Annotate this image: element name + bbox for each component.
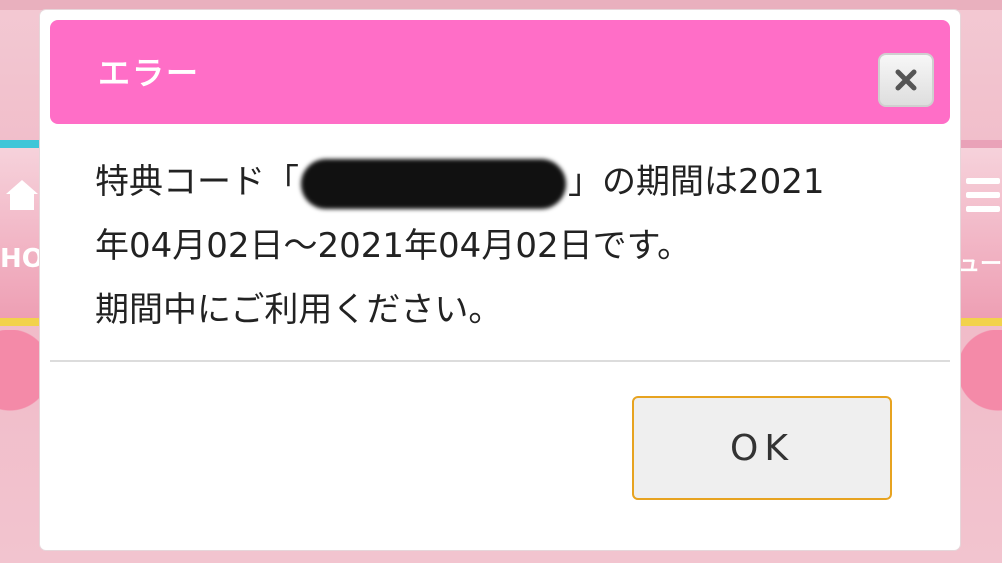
close-icon — [895, 69, 917, 91]
message-line-1-prefix: 特典コード「 — [95, 162, 299, 202]
menu-nav-button: ュー — [958, 140, 1002, 326]
dialog-title: エラー — [98, 54, 201, 92]
background-top-strip — [0, 0, 1002, 10]
redacted-code — [301, 158, 566, 209]
message-line-2: 年04月02日～2021年04月02日です。 — [95, 226, 692, 266]
dialog-message: 特典コード「 」の期間は2021 年04月02日～2021年04月02日です。 期… — [95, 150, 915, 342]
home-label: HO — [0, 244, 44, 274]
error-dialog: エラー 特典コード「 」の期間は2021 年04月02日～2021年04月02日で… — [40, 10, 960, 550]
message-line-1: 特典コード「 」の期間は2021 — [95, 150, 915, 214]
message-line-3: 期間中にご利用ください。 — [95, 290, 503, 330]
dialog-divider — [50, 360, 950, 362]
dialog-header: エラー — [50, 20, 950, 124]
heart-decoration — [958, 330, 1002, 450]
message-line-1-suffix: 」の期間は2021 — [568, 162, 825, 202]
menu-icon — [966, 178, 1000, 220]
home-icon — [6, 180, 38, 210]
menu-label: ュー — [958, 252, 1002, 277]
close-button[interactable] — [878, 53, 934, 107]
ok-button[interactable]: OK — [632, 396, 892, 500]
